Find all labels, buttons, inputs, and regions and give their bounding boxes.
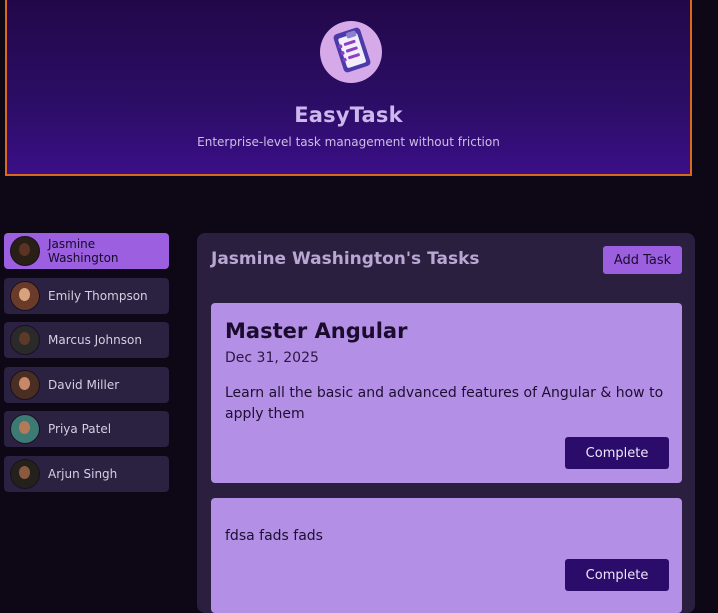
user-item-priya-patel[interactable]: Priya Patel xyxy=(4,411,169,447)
user-list: Jasmine Washington Emily Thompson Marcus… xyxy=(4,233,169,500)
clipboard-checklist-icon xyxy=(320,21,382,83)
user-item-david-miller[interactable]: David Miller xyxy=(4,366,169,403)
user-item-arjun-singh[interactable]: Arjun Singh xyxy=(4,455,169,492)
avatar xyxy=(10,325,40,355)
user-name: Marcus Johnson xyxy=(48,333,142,347)
task-title: Master Angular xyxy=(225,319,408,343)
complete-button[interactable]: Complete xyxy=(565,559,669,591)
app-title: EasyTask xyxy=(294,103,403,127)
avatar xyxy=(10,414,40,444)
app-header: EasyTask Enterprise-level task managemen… xyxy=(5,0,692,176)
task-card: fdsa fads fads Complete xyxy=(211,498,682,613)
add-task-button[interactable]: Add Task xyxy=(603,246,682,274)
user-name: Arjun Singh xyxy=(48,466,118,481)
avatar xyxy=(10,280,40,311)
avatar xyxy=(10,236,40,266)
task-card: Master Angular Dec 31, 2025 Learn all th… xyxy=(211,303,682,483)
complete-button[interactable]: Complete xyxy=(565,437,669,469)
user-item-emily-thompson[interactable]: Emily Thompson xyxy=(4,277,169,314)
app-tagline: Enterprise-level task management without… xyxy=(197,135,500,149)
tasks-panel-title: Jasmine Washington's Tasks xyxy=(211,249,480,269)
tasks-panel: Jasmine Washington's Tasks Add Task Mast… xyxy=(197,233,695,613)
task-due-date: Dec 31, 2025 xyxy=(225,350,319,366)
user-name: Priya Patel xyxy=(48,422,112,436)
avatar xyxy=(10,458,40,489)
avatar xyxy=(10,369,40,400)
user-name: Jasmine Washington xyxy=(48,237,119,265)
user-name: David Miller xyxy=(48,377,120,392)
user-item-jasmine-washington[interactable]: Jasmine Washington xyxy=(4,233,169,269)
user-name: Emily Thompson xyxy=(48,288,148,303)
user-item-marcus-johnson[interactable]: Marcus Johnson xyxy=(4,322,169,358)
task-description: Learn all the basic and advanced feature… xyxy=(225,385,664,422)
task-description: fdsa fads fads xyxy=(225,528,323,544)
